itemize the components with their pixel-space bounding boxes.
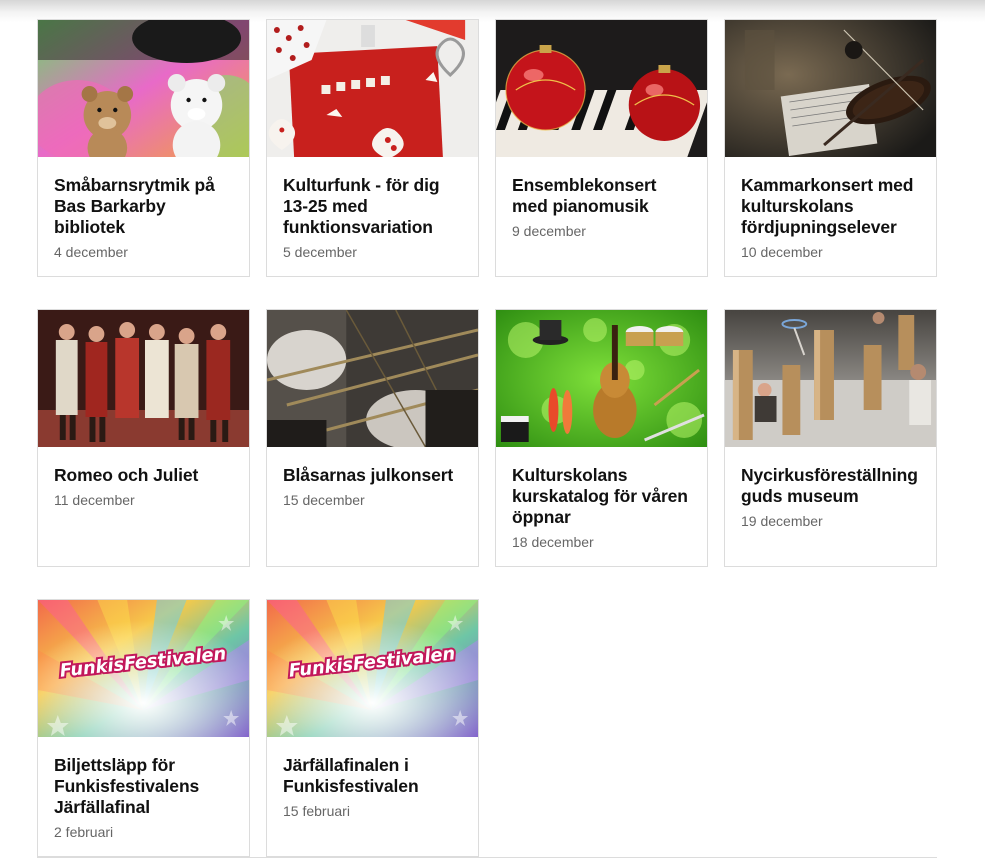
event-title[interactable]: Blåsarnas julkonsert	[283, 465, 462, 486]
divider	[37, 857, 937, 858]
funkisfestivalen-banner-image: FunkisFestivalen	[38, 600, 249, 737]
event-title[interactable]: Småbarnsrytmik på Bas Barkarby bibliotek	[54, 175, 233, 238]
event-date: 11 december	[54, 492, 135, 508]
event-card[interactable]: Småbarnsrytmik på Bas Barkarby bibliotek…	[37, 19, 250, 277]
violin-image	[725, 20, 936, 157]
funkisfestivalen-banner-image: FunkisFestivalen	[267, 600, 478, 737]
piano-ornaments-image	[496, 20, 707, 157]
event-title[interactable]: Kulturfunk - för dig 13-25 med funktions…	[283, 175, 462, 238]
event-title[interactable]: Biljettsläpp för Funkisfestivalens Järfä…	[54, 755, 233, 818]
event-card[interactable]: Nycirkusföreställning guds museum 19 dec…	[724, 309, 937, 567]
circus-performance-image	[725, 310, 936, 447]
trombones-image	[267, 310, 478, 447]
event-card[interactable]: Ensemblekonsert med pianomusik 9 decembe…	[495, 19, 708, 277]
baking-hearts-image	[267, 20, 478, 157]
event-title[interactable]: Ensemblekonsert med pianomusik	[512, 175, 691, 217]
event-card[interactable]: Kulturfunk - för dig 13-25 med funktions…	[266, 19, 479, 277]
event-title[interactable]: Kulturskolans kurskatalog för våren öppn…	[512, 465, 691, 528]
event-card[interactable]: FunkisFestivalen Biljettsläpp för Funkis…	[37, 599, 250, 857]
event-title[interactable]: Järfällafinalen i Funkisfestivalen	[283, 755, 462, 797]
event-date: 19 december	[741, 513, 823, 529]
event-title[interactable]: Nycirkusföreställning guds museum	[741, 465, 920, 507]
event-card[interactable]: Blåsarnas julkonsert 15 december	[266, 309, 479, 567]
event-title[interactable]: Kammarkonsert med kulturskolans fördjupn…	[741, 175, 920, 238]
event-date: 2 februari	[54, 824, 114, 840]
instruments-collage-image	[496, 310, 707, 447]
event-card[interactable]: Romeo och Juliet 11 december	[37, 309, 250, 567]
event-card[interactable]: Kulturskolans kurskatalog för våren öppn…	[495, 309, 708, 567]
event-date: 10 december	[741, 244, 823, 260]
event-date: 5 december	[283, 244, 357, 260]
event-card[interactable]: FunkisFestivalen Järfällafinalen i Funki…	[266, 599, 479, 857]
event-grid: Småbarnsrytmik på Bas Barkarby bibliotek…	[37, 19, 937, 857]
event-title[interactable]: Romeo och Juliet	[54, 465, 233, 486]
teddy-bears-image	[38, 20, 249, 157]
event-date: 15 februari	[283, 803, 350, 819]
theater-cast-image	[38, 310, 249, 447]
event-date: 15 december	[283, 492, 365, 508]
event-card[interactable]: Kammarkonsert med kulturskolans fördjupn…	[724, 19, 937, 277]
event-date: 4 december	[54, 244, 128, 260]
event-date: 9 december	[512, 223, 586, 239]
event-date: 18 december	[512, 534, 594, 550]
